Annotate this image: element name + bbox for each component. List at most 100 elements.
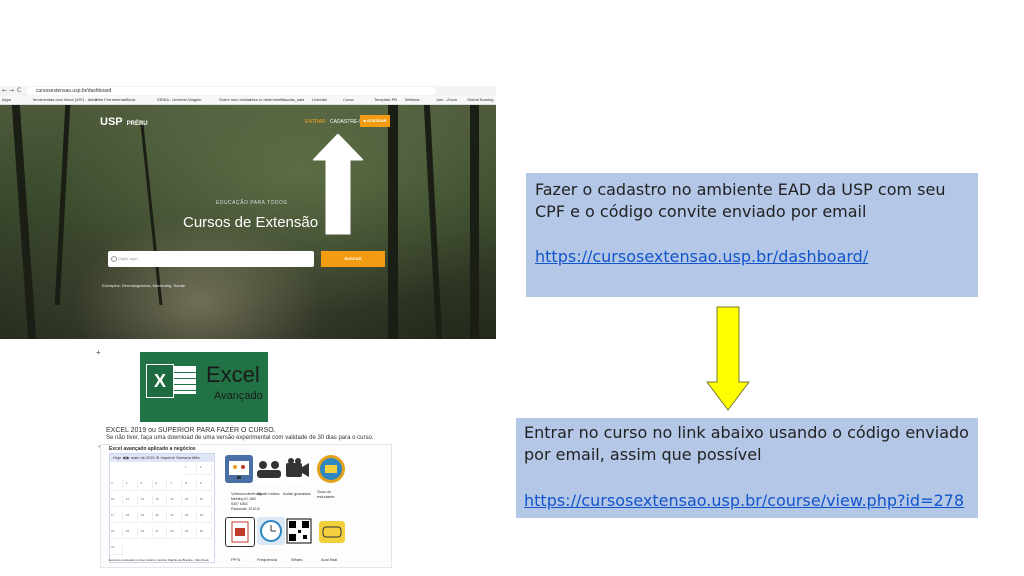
calendar-day[interactable]: 30 — [198, 528, 212, 539]
browser-screenshot: ← → C cursosextensao.usp.br/dashboard Ap… — [0, 86, 496, 339]
calendar-day[interactable]: 10 — [110, 496, 123, 507]
buscar-button[interactable]: BUSCAR — [321, 251, 385, 267]
bookmark-item[interactable]: Sobre meu celular — [219, 97, 251, 102]
bookmark-item[interactable]: Webinar — [405, 97, 420, 102]
tile-label-whats: Whats — [291, 557, 303, 562]
bookmark-item[interactable]: Template-PB — [374, 97, 397, 102]
ppt-icon[interactable] — [225, 517, 255, 547]
excel-requirement: EXCEL 2019 ou SUPERIOR PARA FAZER O CURS… — [106, 427, 276, 434]
search-examples: Exemplos: Dermatogramas, Monitoring, Saú… — [102, 283, 186, 288]
bookmark-item[interactable]: Tools — [126, 97, 135, 102]
bookmark-item[interactable]: Apps — [2, 97, 11, 102]
bookmark-item[interactable]: Inbox (497) - dulce — [64, 97, 97, 102]
excel-subtitle: Avançado — [214, 390, 263, 402]
calendar-day[interactable]: 2 — [198, 464, 212, 475]
mutual-help-icon[interactable] — [255, 455, 283, 483]
bookmark-item[interactable]: Linkedin — [312, 97, 327, 102]
tile-label-mutual-help: Ajude mútua — [257, 491, 280, 496]
bookmarks-bar: Apps ferramentas.com Inbox (497) - dulce We… — [0, 96, 496, 105]
course-page-thumbnail: Excel avançado aplicado a negócios Hoje … — [100, 444, 392, 568]
dashboard-link[interactable]: https://cursosextensao.usp.br/dashboard/ — [535, 247, 868, 266]
url-text: cursosextensao.usp.br/dashboard — [36, 88, 112, 94]
calendar-day[interactable]: 1 — [184, 464, 197, 475]
excel-word: Excel — [206, 362, 260, 387]
plus-icon: + — [96, 348, 101, 357]
tile-label-attendance: Frequência — [257, 557, 278, 562]
instruction-box-enroll: Entrar no curso no link abaixo usando o … — [516, 418, 978, 518]
register-instructions: Fazer o cadastro no ambiente EAD da USP … — [535, 180, 946, 221]
bookmark-item[interactable]: Curso — [343, 97, 354, 102]
calendar-header: Hoje ◀ ▶ maio de 2021 ⊕ Imprimir Semana … — [110, 454, 214, 462]
vc-meeting-info: Meeting ID: 883 5307 6363 Passcode: 1010… — [231, 497, 260, 511]
tile-label-ppts: PPTs — [231, 557, 241, 562]
tile-label-recorded: Aulas gravadas — [283, 491, 311, 496]
bookmark-item[interactable]: Doudas_sala — [281, 97, 304, 102]
calendar-day[interactable]: 31 — [110, 544, 123, 555]
tile-label-guide: Guia do estudante — [317, 489, 335, 499]
edu-tagline: EDUCAÇÃO PARA TODOS — [216, 200, 288, 206]
calendar-day[interactable]: 24 — [110, 528, 123, 539]
reload-icon[interactable]: C — [17, 87, 21, 94]
calendar-day[interactable]: 6 — [154, 480, 168, 491]
calendar-day[interactable]: 20 — [154, 512, 168, 523]
calendar-day[interactable]: 25 — [124, 528, 138, 539]
bookmark-item[interactable]: ferramentas.com — [33, 97, 63, 102]
bookmark-item[interactable]: Web Ferramentas — [95, 97, 127, 102]
calendar-day[interactable]: 7 — [169, 480, 183, 491]
calendar-day[interactable]: 18 — [124, 512, 138, 523]
calendar-day[interactable]: 29 — [184, 528, 197, 539]
bookmark-item[interactable]: Global Nursing — [467, 97, 493, 102]
nav-entrar[interactable]: ENTRAR — [305, 119, 326, 125]
calendar-day[interactable]: 9 — [198, 480, 212, 491]
calendar-day[interactable]: 11 — [124, 496, 138, 507]
search-placeholder: Digite aqui... — [118, 256, 141, 261]
bookmark-item[interactable]: Viagem — [188, 97, 202, 102]
excel-logo: X Excel Avançado — [140, 352, 268, 422]
down-arrow-icon — [706, 306, 750, 411]
attendance-icon[interactable] — [257, 517, 285, 545]
course-title[interactable]: Excel avançado aplicado a negócios — [109, 446, 196, 452]
calendar-day[interactable]: 3 — [110, 480, 123, 491]
browser-toolbar: ← → C cursosextensao.usp.br/dashboard — [0, 86, 496, 96]
calendar-day[interactable]: 13 — [154, 496, 168, 507]
calendar-day[interactable]: 15 — [184, 496, 197, 507]
calendar-day[interactable]: 14 — [169, 496, 183, 507]
excel-grid-icon — [172, 366, 196, 394]
calendar-footer: Eventos mostrados no fuso horário: Horár… — [109, 558, 210, 562]
calendar-day[interactable]: 22 — [184, 512, 197, 523]
calendar-day[interactable]: 17 — [110, 512, 123, 523]
instruction-box-register: Fazer o cadastro no ambiente EAD da USP … — [526, 173, 978, 297]
acessar-button[interactable]: ■ ACESSAR — [360, 115, 390, 127]
calendar-day[interactable]: 21 — [169, 512, 183, 523]
forward-icon[interactable]: → — [9, 87, 14, 94]
enroll-instructions: Entrar no curso no link abaixo usando o … — [524, 423, 969, 464]
excel-x-icon: X — [146, 364, 174, 398]
recorded-classes-icon[interactable] — [283, 455, 311, 483]
student-guide-icon[interactable] — [317, 455, 345, 483]
search-icon — [111, 256, 117, 262]
hero-title: Cursos de Extensão — [183, 214, 319, 231]
calendar-day[interactable]: 12 — [139, 496, 153, 507]
calendar-day[interactable]: 8 — [184, 480, 197, 491]
calendar-day[interactable]: 19 — [139, 512, 153, 523]
videoconference-icon[interactable] — [225, 455, 253, 483]
course-link[interactable]: https://cursosextensao.usp.br/course/vie… — [524, 491, 964, 510]
calendar-day[interactable]: 28 — [169, 528, 183, 539]
calendar-day[interactable]: 27 — [154, 528, 168, 539]
calendar-day[interactable]: 4 — [124, 480, 138, 491]
usp-logo[interactable]: USP PRÉRU — [100, 116, 148, 128]
calendar-day[interactable]: 26 — [139, 528, 153, 539]
tile-label-final: Aval final — [321, 557, 338, 562]
address-bar[interactable]: cursosextensao.usp.br/dashboard — [26, 87, 436, 95]
calendar-day[interactable]: 23 — [198, 512, 212, 523]
calendar: Hoje ◀ ▶ maio de 2021 ⊕ Imprimir Semana … — [109, 453, 215, 563]
up-arrow-icon — [313, 134, 363, 235]
calendar-day[interactable]: 5 — [139, 480, 153, 491]
final-evaluation-icon[interactable] — [319, 521, 345, 543]
back-icon[interactable]: ← — [2, 87, 7, 94]
calendar-day[interactable]: 16 — [198, 496, 212, 507]
qr-code-icon[interactable] — [285, 517, 313, 545]
bookmark-item[interactable]: Join - Zoom — [436, 97, 457, 102]
bookmark-item[interactable]: XENIA - Universi... — [157, 97, 190, 102]
search-input[interactable]: Digite aqui... — [108, 251, 314, 267]
